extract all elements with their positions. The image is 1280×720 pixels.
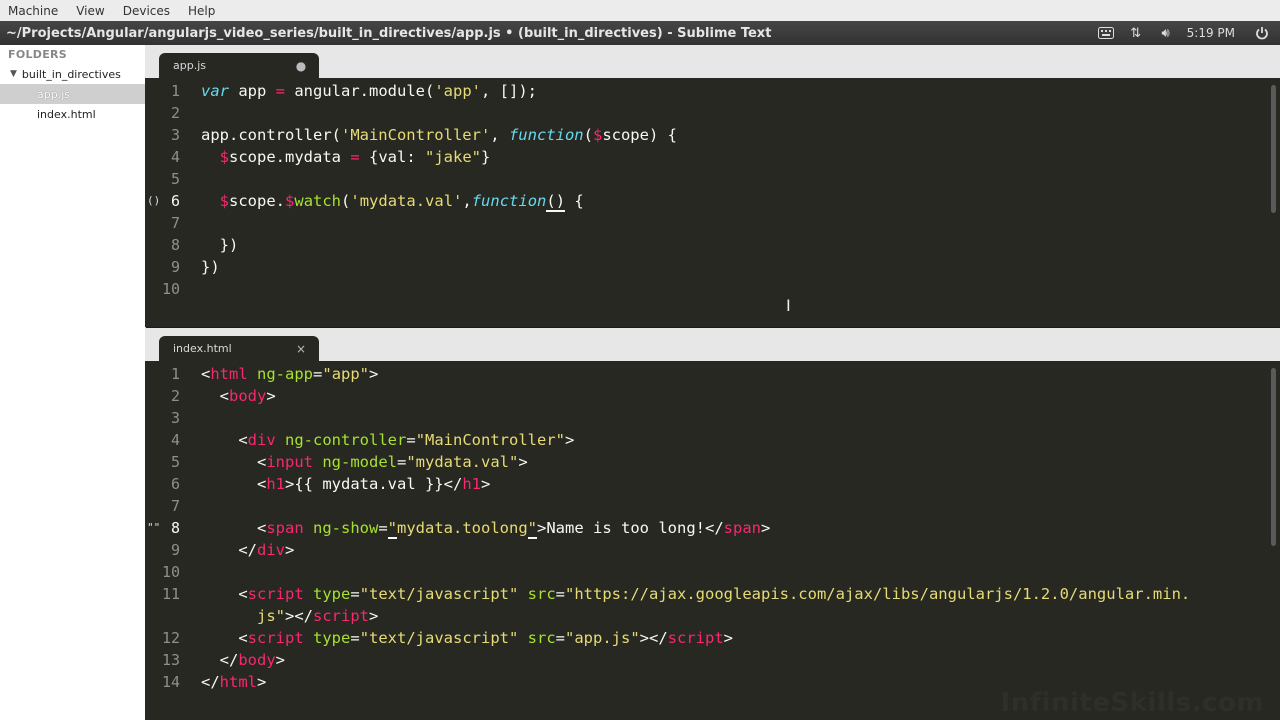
line-number-gutter: 1 2 3 4 5 6 7 "" 8 9 10 11 12 13 14 [147, 365, 180, 691]
watermark: InfiniteSkills.com [1000, 688, 1264, 718]
network-arrows-icon[interactable]: ⇅ [1128, 26, 1144, 41]
window-title: ~/Projects/Angular/angularjs_video_serie… [6, 25, 772, 41]
code-line: $scope.$watch('mydata.val',function() { [219, 192, 584, 212]
code-line: <html ng-app="app"> [201, 365, 379, 383]
line-number-gutter: 1 2 3 4 5 () 6 7 8 9 10 [147, 82, 180, 298]
sidebar: FOLDERS ▼ built_in_directives app.js ind… [0, 45, 146, 720]
quote-match-marker: "" [147, 521, 161, 534]
file-index-html[interactable]: index.html [0, 104, 145, 124]
editor-pane-app-js: app.js ● 1 2 3 4 5 () 6 7 8 9 10 var app … [145, 45, 1280, 327]
vm-menu-bar: Machine View Devices Help [0, 0, 1280, 22]
folders-header: FOLDERS [8, 48, 68, 61]
vertical-scrollbar[interactable] [1271, 368, 1276, 546]
code-line: $scope.mydata = {val: "jake"} [219, 148, 491, 166]
power-icon[interactable] [1254, 26, 1270, 40]
code-line: </div> [201, 541, 295, 559]
menu-view[interactable]: View [68, 4, 114, 18]
window-title-bar: ~/Projects/Angular/angularjs_video_serie… [0, 21, 1280, 45]
code-line: <span ng-show="mydata.toolong">Name is t… [201, 519, 771, 539]
menu-help[interactable]: Help [180, 4, 225, 18]
system-tray: ⇅ 🔊︎ 5:19 PM [1091, 21, 1280, 45]
code-line: <script type="text/javascript" src="http… [201, 585, 1191, 603]
folder-label: built_in_directives [21, 67, 121, 81]
code-line: <body> [201, 387, 276, 405]
file-app-js[interactable]: app.js [0, 84, 145, 104]
tab-strip: app.js ● [145, 45, 1280, 78]
code-line: </body> [201, 651, 285, 669]
text-cursor-icon: I [786, 296, 791, 315]
tab-app-js[interactable]: app.js ● [159, 53, 319, 78]
code-line: }) [201, 258, 220, 276]
close-icon[interactable]: × [291, 342, 311, 356]
editor-pane-index-html: index.html × 1 2 3 4 5 6 7 "" 8 9 10 11 1… [145, 328, 1280, 720]
code-line: }) [201, 236, 239, 254]
code-line: <input ng-model="mydata.val"> [201, 453, 528, 471]
dirty-dot-icon[interactable]: ● [291, 59, 311, 73]
code-area-app-js[interactable]: var app = angular.module('app', []); app… [201, 80, 1280, 300]
code-line: app.controller('MainController', functio… [201, 126, 677, 144]
vertical-scrollbar[interactable] [1271, 85, 1276, 213]
keyboard-icon[interactable] [1097, 26, 1114, 40]
bracket-match-marker: () [147, 194, 161, 207]
menu-machine[interactable]: Machine [0, 4, 68, 18]
code-area-index-html[interactable]: <html ng-app="app"> <body> <div ng-contr… [201, 363, 1280, 693]
code-line: <div ng-controller="MainController"> [201, 431, 575, 449]
code-line: var app = angular.module('app', []); [201, 82, 537, 100]
code-line: <script type="text/javascript" src="app.… [201, 629, 734, 647]
menu-devices[interactable]: Devices [115, 4, 180, 18]
clock[interactable]: 5:19 PM [1187, 26, 1235, 40]
tab-strip: index.html × [145, 328, 1280, 361]
volume-icon[interactable]: 🔊︎ [1158, 26, 1174, 41]
tab-index-html[interactable]: index.html × [159, 336, 319, 361]
folder-built-in-directives[interactable]: ▼ built_in_directives [0, 64, 145, 84]
code-line: js"></script> [201, 607, 379, 625]
code-line: <h1>{{ mydata.val }}</h1> [201, 475, 491, 493]
triangle-down-icon[interactable]: ▼ [10, 69, 17, 79]
